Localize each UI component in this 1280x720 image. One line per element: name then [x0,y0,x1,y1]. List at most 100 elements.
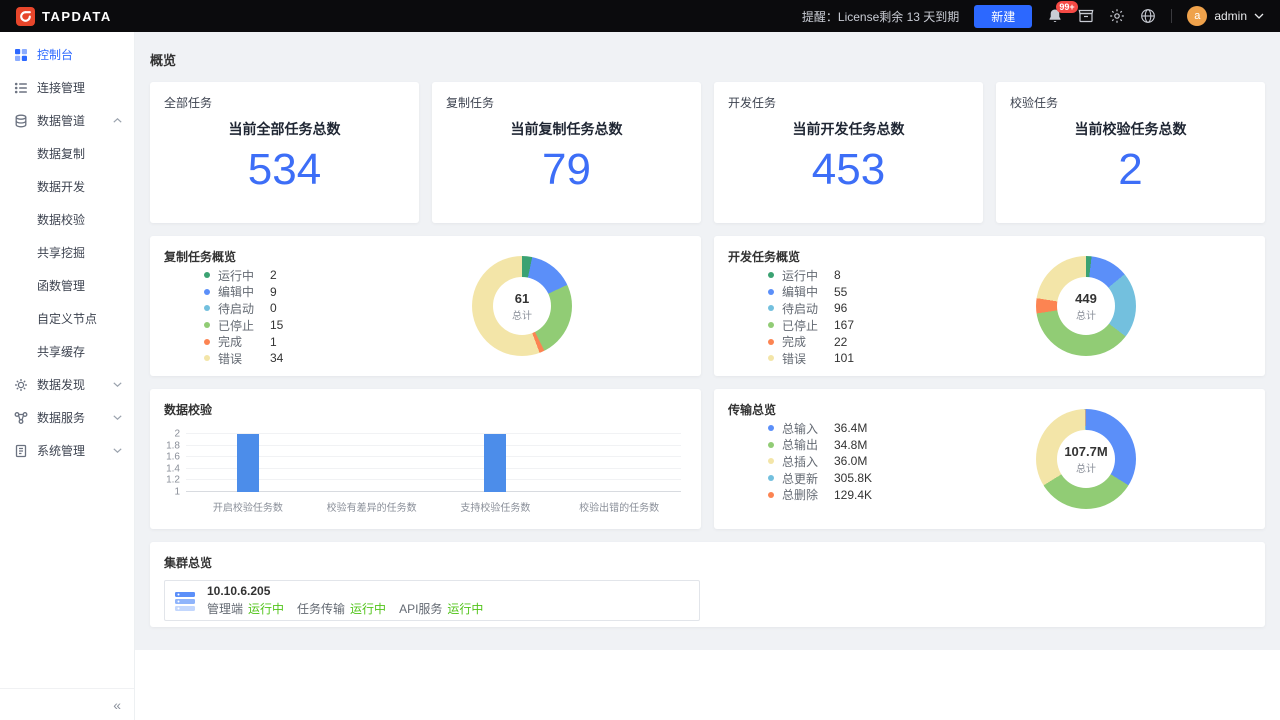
legend-item: 总输出 34.8M [768,437,872,454]
legend-item: 已停止 167 [768,317,854,334]
legend-label: 完成 [782,335,807,350]
legend-value: 8 [834,268,841,283]
notification-bell-icon[interactable]: 99+ [1047,1,1078,24]
node-services: 管理端 运行中 任务传输 运行中 API服务 运行中 [207,600,483,617]
page-title: 概览 [150,53,177,68]
donut-center: 449 总计 [1057,277,1115,335]
legend-label: 总更新 [782,471,819,486]
chevron-down-icon [1254,13,1264,19]
card-title: 开发任务概览 [728,250,801,264]
bar-slot [434,434,558,492]
bar-slot [557,434,681,492]
service-name: API服务 [399,602,443,616]
sidebar-item-data-services[interactable]: 数据服务 [0,401,134,434]
legend-value: 167 [834,318,855,333]
sidebar-item-function-management[interactable]: 函数管理 [0,269,134,302]
stat-title: 当前开发任务总数 [792,121,905,137]
sidebar-item-system-management[interactable]: 系统管理 [0,434,134,467]
sidebar-item-data-replication[interactable]: 数据复制 [0,137,134,170]
legend-item: 待启动 96 [768,300,854,317]
legend-value: 15 [270,318,284,333]
stat-title: 当前校验任务总数 [1074,121,1187,137]
legend-dot [768,305,774,312]
legend-label: 错误 [218,351,243,366]
workbench-box-icon[interactable] [1078,8,1094,24]
legend-label: 运行中 [218,268,255,283]
donut-center: 107.7M 总计 [1057,430,1115,488]
legend-label: 编辑中 [218,285,255,300]
sidebar-item-label: 数据开发 [37,180,86,194]
charts-row: 数据校验 2 1.8 1.6 1.4 1.2 1 开启校验任务数 校验有差异的任务数 支持校验… [150,389,1265,529]
y-axis-label: 1.6 [166,451,180,463]
legend-label: 完成 [218,335,243,350]
legend-dot [204,322,210,329]
bar [484,434,507,492]
service-status: 运行中 [350,602,387,616]
settings-gear-icon[interactable] [1109,8,1125,24]
sidebar-item-data-pipeline[interactable]: 数据管道 [0,104,134,137]
dashboard-content: 概览 全部任务 当前全部任务总数 534 复制任务 当前复制任务总数 79 开发… [135,32,1280,650]
legend-value: 9 [270,284,277,299]
cluster-overview-card: 集群总览 10.10.6.205 管理端 运行中 任务传输 运行中 API服务 … [150,542,1265,627]
y-axis-label: 1.8 [166,440,180,452]
y-axis-label: 1.4 [166,463,180,475]
cluster-node: 10.10.6.205 管理端 运行中 任务传输 运行中 API服务 运行中 [164,580,700,621]
sidebar-item-dashboard[interactable]: 控制台 [0,38,134,71]
user-menu[interactable]: a admin [1187,6,1264,26]
legend-item: 完成 1 [204,333,283,350]
legend-value: 101 [834,351,855,366]
sidebar-item-label: 数据复制 [37,147,86,161]
sidebar-item-data-validation[interactable]: 数据校验 [0,203,134,236]
legend-dot [204,272,210,279]
sidebar-item-shared-mining[interactable]: 共享挖掘 [0,236,134,269]
collapse-sidebar-button[interactable]: « [0,688,134,720]
legend-label: 待启动 [218,301,255,316]
card-title: 复制任务概览 [164,250,237,264]
tapdata-logo-icon [16,6,35,26]
sidebar-item-shared-cache[interactable]: 共享缓存 [0,335,134,368]
donut-total-label: 总计 [512,310,532,322]
stat-card-validation-tasks: 校验任务 当前校验任务总数 2 [996,82,1265,223]
logo-text: TAPDATA [42,8,112,24]
validation-chart-card: 数据校验 2 1.8 1.6 1.4 1.2 1 开启校验任务数 校验有差异的任务数 支持校验… [150,389,701,529]
stat-value: 79 [542,145,591,194]
bar-slot [186,434,310,492]
sidebar-item-label: 数据校验 [37,213,86,227]
donut-total-label: 总计 [1076,463,1096,475]
transfer-donut-chart: 107.7M 总计 [1036,409,1136,509]
legend-value: 305.8K [834,471,873,486]
avatar: a [1187,6,1208,26]
legend-item: 总插入 36.0M [768,453,872,470]
service-name: 管理端 [207,602,244,616]
legend-label: 编辑中 [782,285,819,300]
stat-category: 开发任务 [728,96,777,110]
legend-item: 运行中 2 [204,267,283,284]
x-axis-label: 开启校验任务数 [212,503,283,514]
donut-total: 449 [1075,290,1097,306]
license-notice: 提醒：License剩余 13 天到期 [801,9,960,24]
dashboard-icon [14,48,28,62]
sidebar-item-data-development[interactable]: 数据开发 [0,170,134,203]
collapse-chevrons-icon: « [113,696,121,713]
replication-overview-card: 复制任务概览 运行中 2 编辑中 9 待启动 0 已停止 15 完成 1 错误 34 61 总计 [150,236,701,376]
legend-label: 总删除 [782,488,819,503]
new-button[interactable]: 新建 [974,4,1033,28]
legend-value: 34 [270,351,284,366]
stat-title: 当前复制任务总数 [510,121,623,137]
sidebar-item-label: 系统管理 [37,444,86,458]
stat-category: 校验任务 [1010,96,1059,110]
sidebar-item-connections[interactable]: 连接管理 [0,71,134,104]
service-item: 任务传输 运行中 [297,600,386,617]
donut-center: 61 总计 [493,277,551,335]
language-globe-icon[interactable] [1140,8,1156,24]
chart-legend: 运行中 2 编辑中 9 待启动 0 已停止 15 完成 1 错误 34 [204,267,283,367]
stat-category: 复制任务 [446,96,495,110]
legend-label: 已停止 [782,318,819,333]
sidebar-item-custom-node[interactable]: 自定义节点 [0,302,134,335]
tapdata-logo: TAPDATA [16,6,112,26]
sidebar-item-data-discovery[interactable]: 数据发现 [0,368,134,401]
legend-label: 运行中 [782,268,819,283]
legend-item: 总更新 305.8K [768,470,872,487]
stat-value: 453 [811,145,886,194]
legend-label: 总输入 [782,421,819,436]
